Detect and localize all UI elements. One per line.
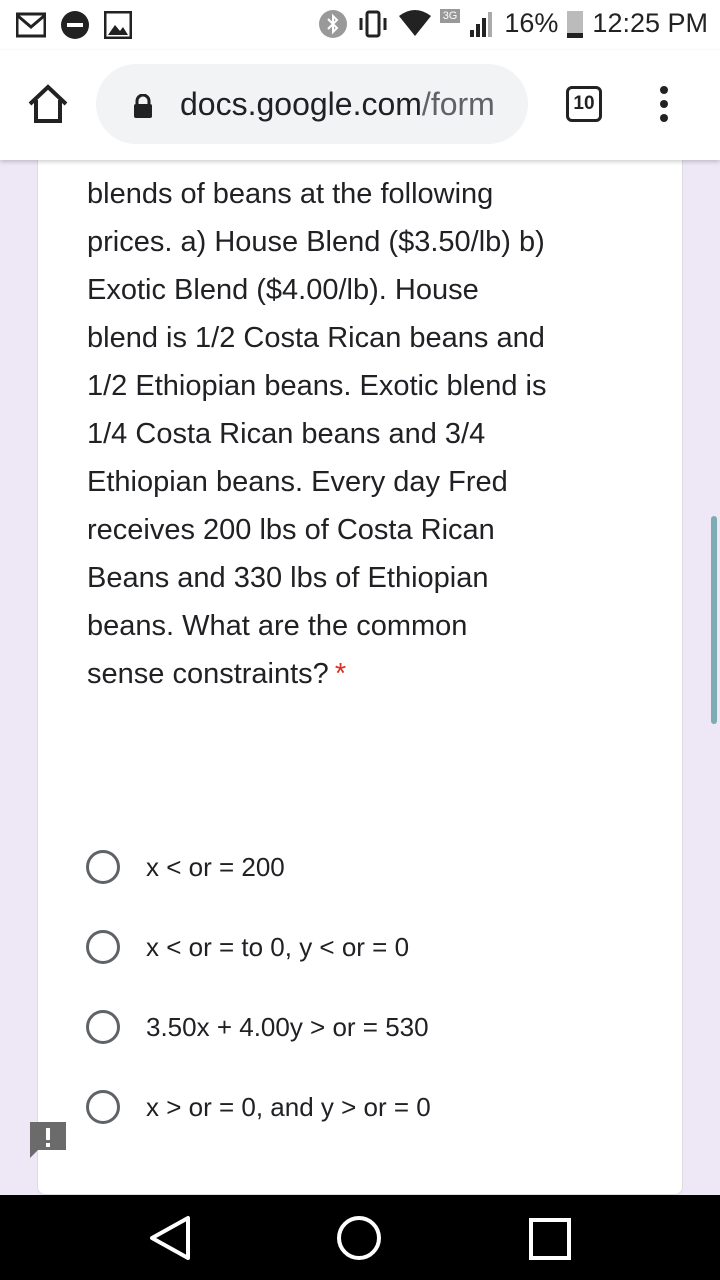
radio-button[interactable]: [86, 1010, 120, 1044]
more-vert-icon[interactable]: [654, 86, 674, 126]
address-bar[interactable]: docs.google.com/form: [96, 64, 528, 144]
do-not-disturb-icon: [61, 11, 89, 39]
gmail-icon: [16, 12, 46, 38]
scrollbar-thumb[interactable]: [711, 516, 717, 724]
option-label: x > or = 0, and y > or = 0: [146, 1091, 431, 1122]
browser-toolbar: docs.google.com/form 10: [0, 50, 720, 160]
signal-icon: [470, 11, 493, 37]
image-icon: [104, 11, 132, 39]
system-nav-bar: [0, 1195, 720, 1280]
recents-icon[interactable]: [528, 1217, 572, 1261]
question-title: blends of beans at the following prices.…: [87, 170, 547, 698]
option-label: x < or = 200: [146, 851, 285, 882]
url-text: docs.google.com/form: [180, 86, 495, 123]
wifi-icon: [398, 9, 431, 36]
radio-option[interactable]: x > or = 0, and y > or = 0: [86, 1087, 431, 1127]
required-asterisk: *: [334, 658, 347, 690]
radio-button[interactable]: [86, 930, 120, 964]
vibrate-icon: [359, 10, 387, 37]
radio-button[interactable]: [86, 850, 120, 884]
radio-option[interactable]: x < or = to 0, y < or = 0: [86, 927, 409, 967]
radio-option[interactable]: x < or = 200: [86, 847, 285, 887]
bluetooth-icon: [318, 9, 347, 38]
feedback-icon[interactable]: [28, 1120, 68, 1160]
radio-button[interactable]: [86, 1090, 120, 1124]
url-domain: docs.google.com: [180, 86, 422, 122]
option-label: 3.50x + 4.00y > or = 530: [146, 1011, 429, 1042]
option-label: x < or = to 0, y < or = 0: [146, 931, 410, 962]
status-bar: 3G 16% 12:25 PM: [0, 0, 720, 50]
home-circle-icon[interactable]: [336, 1215, 382, 1261]
lock-icon: [134, 94, 152, 118]
url-path: /form: [421, 86, 495, 122]
question-text: blends of beans at the following prices.…: [87, 178, 547, 690]
tab-switcher-button[interactable]: 10: [566, 86, 602, 122]
radio-option[interactable]: 3.50x + 4.00y > or = 530: [86, 1007, 429, 1047]
network-type: 3G: [439, 8, 461, 23]
clock: 12:25 PM: [592, 8, 708, 38]
back-icon[interactable]: [148, 1215, 192, 1261]
battery-icon: [567, 10, 584, 38]
battery-percent: 16%: [504, 8, 559, 38]
home-icon[interactable]: [26, 82, 70, 126]
